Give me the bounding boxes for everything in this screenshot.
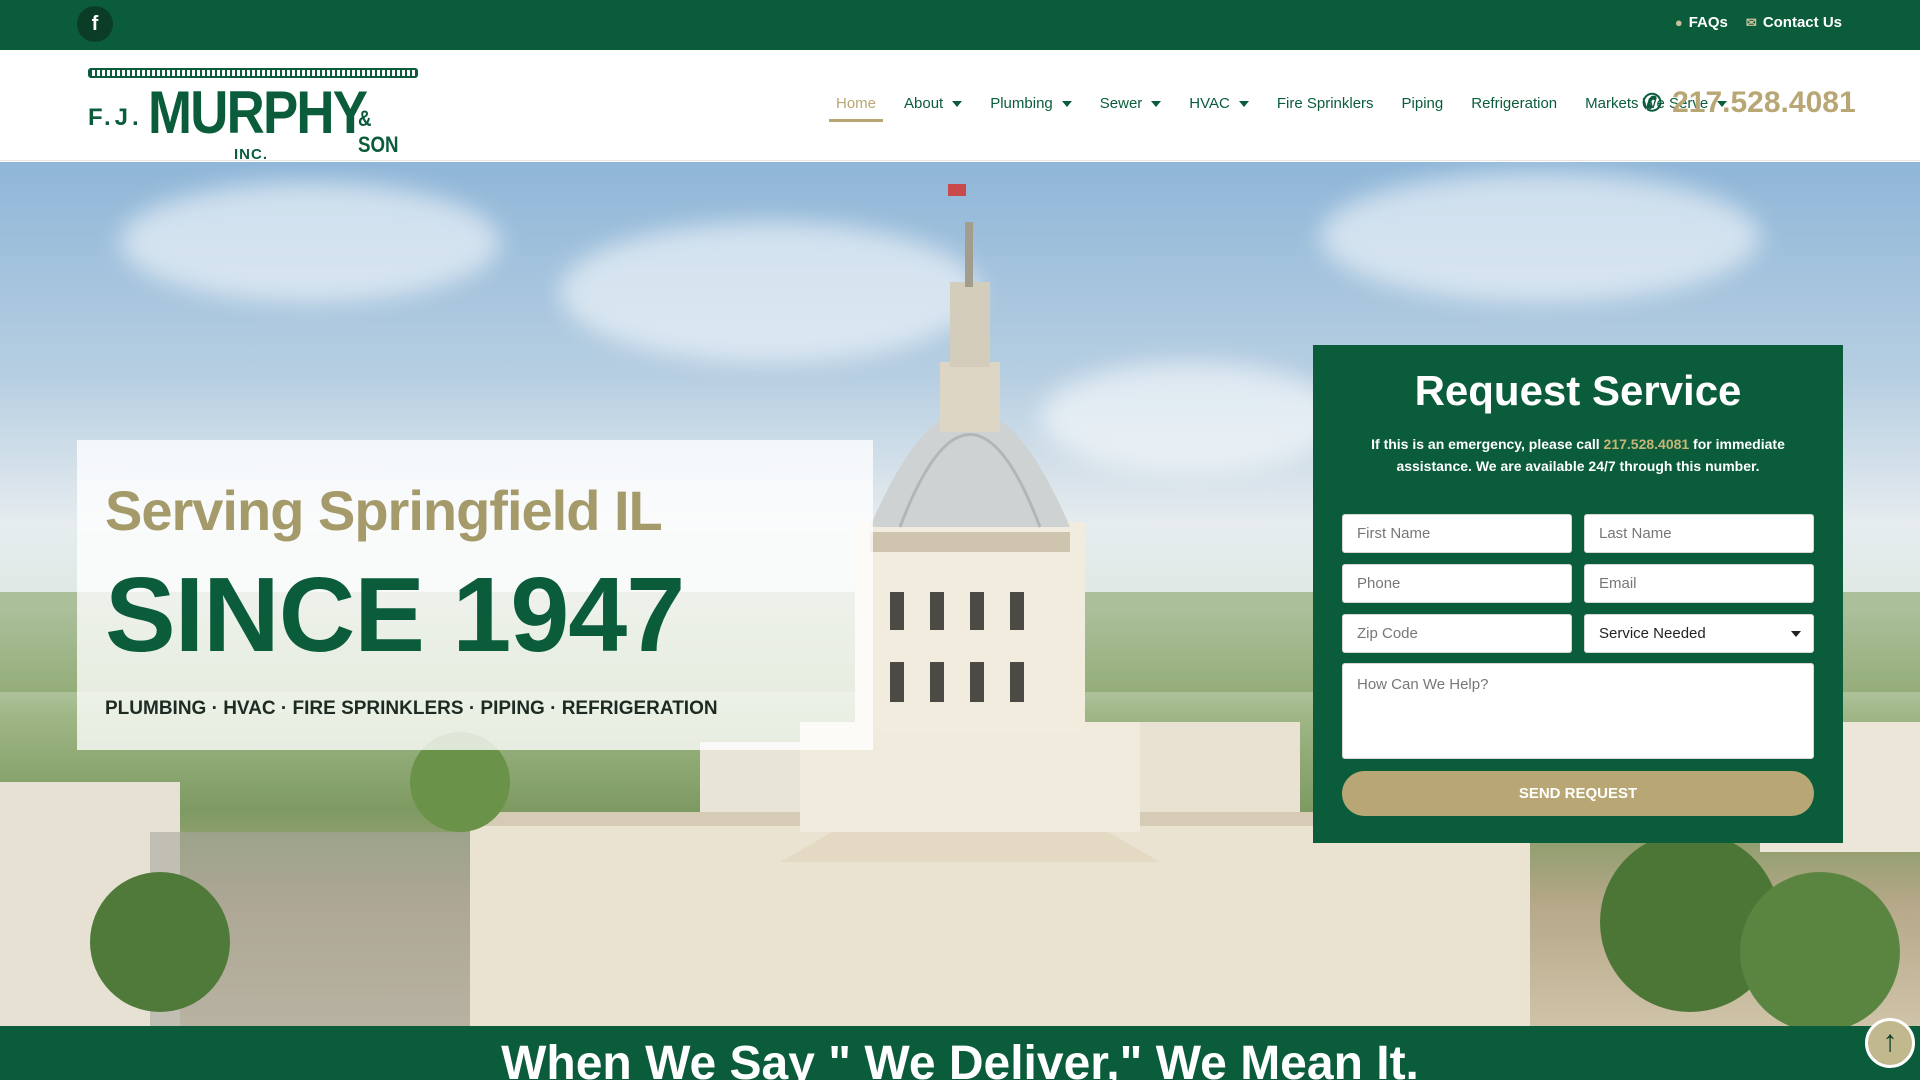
nav-about-label: About <box>904 95 944 112</box>
contact-link[interactable]: ✉ Contact Us <box>1746 14 1842 31</box>
nav-sewer[interactable]: Sewer <box>1093 95 1169 112</box>
tagline-band: When We Say " We Deliver," We Mean It. <box>0 1026 1920 1080</box>
phone-placeholder: Phone <box>1357 575 1401 592</box>
first-name-field[interactable]: First Name <box>1342 514 1572 553</box>
phone-icon: ✆ <box>1642 89 1663 117</box>
chevron-down-icon <box>1061 100 1072 107</box>
hero-services: PLUMBING · HVAC · FIRE SPRINKLERS · PIPI… <box>105 698 718 719</box>
nav-plumbing[interactable]: Plumbing <box>983 95 1079 112</box>
nav-piping-label: Piping <box>1401 95 1444 112</box>
zip-placeholder: Zip Code <box>1357 625 1418 642</box>
logo-fj: F.J. <box>88 104 143 131</box>
help-textarea[interactable]: How Can We Help? <box>1342 663 1814 759</box>
facebook-icon[interactable]: f <box>77 6 113 42</box>
header-phone-link[interactable]: ✆ 217.528.4081 <box>1642 86 1856 120</box>
logo-inc: INC. <box>234 146 268 163</box>
email-placeholder: Email <box>1599 575 1637 592</box>
service-needed-select[interactable]: Service Needed <box>1584 614 1814 653</box>
email-field[interactable]: Email <box>1584 564 1814 603</box>
question-icon: ● <box>1674 15 1683 30</box>
site-header: F.J. MURPHY & SON INC. Home About Plumbi… <box>0 50 1920 163</box>
request-service-form: Request Service If this is an emergency,… <box>1313 345 1843 843</box>
last-name-field[interactable]: Last Name <box>1584 514 1814 553</box>
header-phone-number: 217.528.4081 <box>1672 86 1856 119</box>
company-logo[interactable]: F.J. MURPHY & SON INC. <box>88 68 418 163</box>
send-request-button[interactable]: SEND REQUEST <box>1342 771 1814 816</box>
form-title: Request Service <box>1414 367 1742 414</box>
chevron-down-icon <box>1238 100 1249 107</box>
nav-piping[interactable]: Piping <box>1395 95 1451 112</box>
first-name-placeholder: First Name <box>1357 525 1431 542</box>
hero-section: Serving Springfield IL SINCE 1947 PLUMBI… <box>0 162 1920 1026</box>
note-text-before: If this is an emergency, please call <box>1371 436 1604 452</box>
nav-refrigeration-label: Refrigeration <box>1471 95 1558 112</box>
phone-field[interactable]: Phone <box>1342 564 1572 603</box>
nav-sewer-label: Sewer <box>1099 95 1143 112</box>
chevron-down-icon <box>952 100 963 107</box>
nav-fire-sprinklers-label: Fire Sprinklers <box>1276 95 1374 112</box>
faq-label: FAQs <box>1688 14 1728 31</box>
send-request-label: SEND REQUEST <box>1518 785 1638 802</box>
nav-hvac[interactable]: HVAC <box>1182 95 1256 112</box>
nav-about[interactable]: About <box>897 95 969 112</box>
main-nav: Home About Plumbing Sewer HVAC Fire Spri… <box>829 95 1734 122</box>
logo-murphy: MURPHY <box>148 79 368 146</box>
nav-hvac-label: HVAC <box>1189 95 1230 112</box>
hero-headline-card: Serving Springfield IL SINCE 1947 PLUMBI… <box>77 440 873 750</box>
zip-code-field[interactable]: Zip Code <box>1342 614 1572 653</box>
hero-headline: SINCE 1947 <box>105 556 685 674</box>
nav-refrigeration[interactable]: Refrigeration <box>1464 95 1564 112</box>
scroll-to-top-button[interactable]: ↑ <box>1865 1018 1915 1068</box>
chevron-down-icon <box>1791 630 1801 637</box>
note-phone-link[interactable]: 217.528.4081 <box>1604 436 1690 452</box>
top-bar: f ● FAQs ✉ Contact Us <box>0 0 1920 50</box>
hero-subtitle: Serving Springfield IL <box>105 479 663 542</box>
arrow-up-icon: ↑ <box>1882 1025 1898 1058</box>
logo-son: & SON <box>358 106 399 157</box>
nav-home[interactable]: Home <box>829 95 884 122</box>
envelope-icon: ✉ <box>1745 14 1757 30</box>
chevron-down-icon <box>1151 100 1162 107</box>
service-selected-value: Service Needed <box>1599 625 1706 642</box>
form-emergency-note: If this is an emergency, please call 217… <box>1353 433 1803 477</box>
tagline-text: When We Say " We Deliver," We Mean It. <box>501 1037 1419 1080</box>
contact-label: Contact Us <box>1762 14 1842 31</box>
last-name-placeholder: Last Name <box>1599 525 1672 542</box>
top-links: ● FAQs ✉ Contact Us <box>1675 14 1842 31</box>
logo-pipe-graphic <box>88 68 418 78</box>
help-placeholder: How Can We Help? <box>1357 676 1489 693</box>
nav-home-label: Home <box>836 95 877 112</box>
nav-plumbing-label: Plumbing <box>990 95 1053 112</box>
faq-link[interactable]: ● FAQs <box>1675 14 1728 31</box>
nav-fire-sprinklers[interactable]: Fire Sprinklers <box>1270 95 1381 112</box>
